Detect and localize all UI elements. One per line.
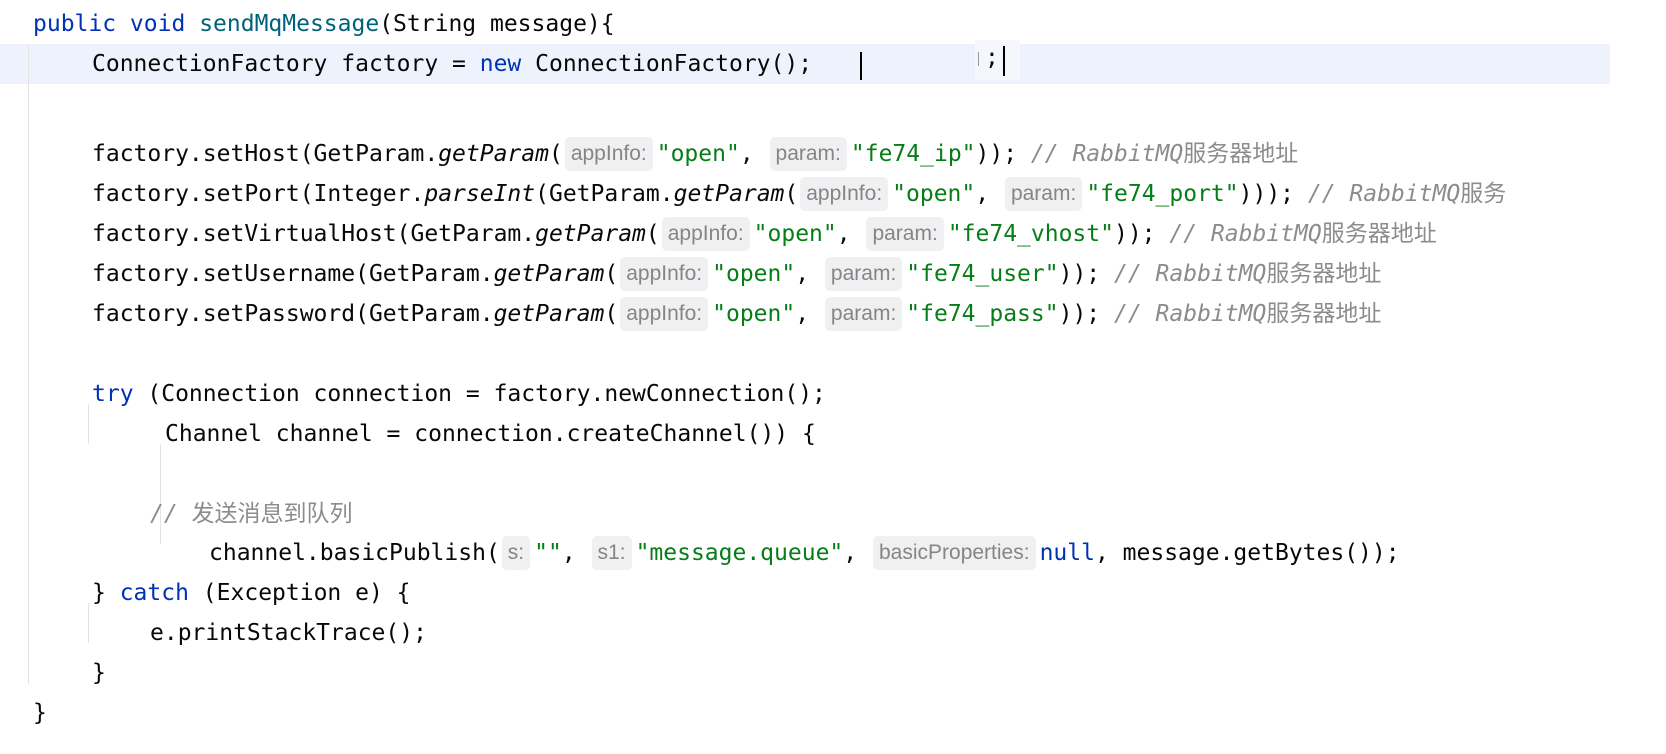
code-line-try: try (Connection connection = factory.new…	[92, 381, 826, 407]
indent-guide	[28, 44, 29, 684]
param-hint-param: param:	[824, 297, 903, 331]
param-hint-param: param:	[866, 217, 944, 251]
code-line-close-brace: }	[92, 660, 106, 686]
code-line-set-host: factory.setHost(GetParam.getParam(appInf…	[92, 134, 1298, 174]
method-name: sendMqMessage	[199, 11, 380, 37]
line-comment: // RabbitMQ	[1169, 221, 1322, 247]
line-comment: // RabbitMQ	[1307, 181, 1461, 207]
param-hint-s: s:	[501, 536, 531, 570]
method-params: (String message){	[379, 11, 615, 37]
code-line-catch: } catch (Exception e) {	[92, 580, 411, 606]
keyword-catch: catch	[119, 580, 189, 606]
param-hint-s1: s1:	[591, 536, 632, 570]
keyword-try: try	[92, 381, 134, 407]
text-caret	[860, 52, 862, 80]
param-hint-basic-properties: basicProperties:	[872, 536, 1036, 570]
param-hint-appinfo: appInfo:	[800, 177, 889, 211]
keyword-null: null	[1039, 540, 1095, 566]
keyword-new: new	[479, 51, 522, 77]
stray-semicolon: ;	[985, 45, 999, 71]
code-line-method-close: }	[33, 700, 47, 726]
param-hint-param: param:	[1004, 177, 1083, 211]
param-hint-appinfo: appInfo:	[620, 297, 709, 331]
param-hint-appinfo: appInfo:	[661, 217, 750, 251]
code-line-stack-trace: e.printStackTrace();	[150, 620, 427, 646]
code-line-set-password: factory.setPassword(GetParam.getParam(ap…	[92, 294, 1381, 334]
line-comment: // RabbitMQ	[1030, 141, 1184, 167]
code-line-channel: Channel channel = connection.createChann…	[165, 421, 816, 447]
secondary-caret	[1003, 46, 1005, 76]
param-hint-param: param:	[769, 137, 847, 171]
param-hint-appinfo: appInfo:	[620, 257, 709, 291]
line-comment: // RabbitMQ	[1114, 301, 1267, 327]
code-line-factory-decl: ConnectionFactory factory = new Connecti…	[92, 51, 813, 77]
code-line-set-port: factory.setPort(Integer.parseInt(GetPara…	[92, 174, 1506, 214]
code-line-set-virtual-host: factory.setVirtualHost(GetParam.getParam…	[92, 214, 1437, 254]
param-hint-appinfo: appInfo:	[564, 137, 653, 171]
code-line-basic-publish: channel.basicPublish(s: "", s1: "message.q…	[209, 533, 1400, 573]
code-line-set-username: factory.setUsername(GetParam.getParam(ap…	[92, 254, 1381, 294]
indent-guide	[88, 603, 89, 643]
selection-tick	[978, 52, 979, 66]
line-comment: // RabbitMQ	[1114, 261, 1267, 287]
code-editor[interactable]: public void sendMqMessage(String message…	[0, 0, 1666, 754]
code-line-method-signature: public void sendMqMessage(String message…	[33, 4, 615, 44]
code-line-send-comment: // 发送消息到队列	[150, 501, 353, 527]
param-hint-param: param:	[824, 257, 903, 291]
method-modifiers: public void	[33, 11, 186, 37]
indent-guide	[88, 404, 89, 444]
